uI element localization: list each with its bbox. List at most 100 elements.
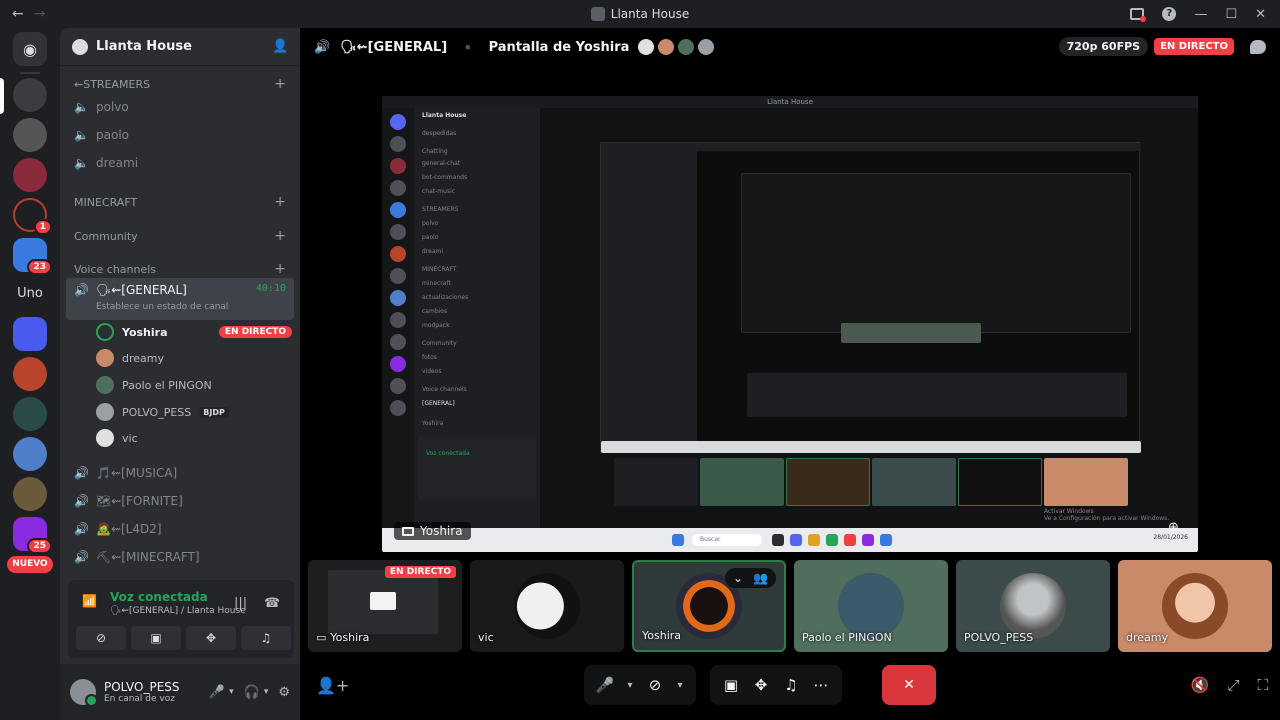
- stop-stream-button[interactable]: ✕: [882, 665, 936, 705]
- avatar[interactable]: [70, 679, 98, 707]
- tile-paolo[interactable]: Paolo el PINGON: [794, 560, 948, 652]
- add-channel-icon[interactable]: +: [274, 261, 286, 277]
- chevron-down-icon[interactable]: ▾: [264, 687, 269, 697]
- close-icon[interactable]: ✕: [1255, 7, 1266, 22]
- help-icon[interactable]: ?: [1162, 7, 1177, 21]
- people-icon[interactable]: 👥: [753, 571, 768, 585]
- voice-user-yoshira[interactable]: Yoshira EN DIRECTO: [96, 320, 292, 344]
- avatar: [1000, 573, 1066, 639]
- voice-user-vic[interactable]: vic: [96, 426, 292, 450]
- channel-dreami[interactable]: 🔈 dreami: [74, 150, 286, 176]
- chat-icon[interactable]: [1250, 39, 1266, 54]
- microphone-icon[interactable]: 🎤: [209, 685, 225, 700]
- category-minecraft[interactable]: MINECRAFT +: [74, 194, 286, 210]
- server-icon[interactable]: [13, 357, 47, 391]
- add-channel-icon[interactable]: +: [274, 228, 286, 244]
- nested-tile: [1044, 458, 1128, 506]
- popout-icon[interactable]: ⤢: [1227, 676, 1239, 694]
- monitor-icon: [370, 592, 396, 610]
- minimize-icon[interactable]: —: [1194, 7, 1207, 22]
- voice-status[interactable]: Voz conectada: [110, 590, 208, 604]
- mute-stream-icon[interactable]: 🔇: [1191, 676, 1210, 694]
- tile-label: POLVO_PESS: [964, 631, 1034, 644]
- fullscreen-icon[interactable]: ⛶: [1257, 676, 1268, 694]
- stream-video[interactable]: Llanta House Llanta House despedidas Cha…: [382, 96, 1198, 552]
- channel-paolo[interactable]: 🔈 paolo: [74, 122, 286, 148]
- more-icon[interactable]: ⋯: [810, 676, 832, 694]
- nested-tile: [700, 458, 784, 506]
- server-icon[interactable]: 1: [13, 198, 52, 235]
- quality-badge[interactable]: 720p 60FPS: [1058, 37, 1149, 56]
- home-button[interactable]: ◉: [13, 32, 47, 66]
- channel-polvo[interactable]: 🔈 polvo: [74, 94, 286, 120]
- avatar: [838, 573, 904, 639]
- server-uno[interactable]: Uno: [13, 277, 47, 311]
- category-voice[interactable]: Voice channels +: [74, 261, 286, 277]
- voice-location[interactable]: 🗣⇜[GENERAL] / Llanta House: [110, 606, 246, 616]
- tile-polvo[interactable]: POLVO_PESS: [956, 560, 1110, 652]
- category-streamers[interactable]: ⇜STREAMERS +: [74, 76, 286, 92]
- maximize-icon[interactable]: ☐: [1225, 7, 1237, 22]
- channel-fornite[interactable]: 🔊 🗺⇜[FORNITE]: [74, 488, 286, 514]
- soundboard-icon[interactable]: ♫: [780, 676, 802, 694]
- add-channel-icon[interactable]: +: [274, 194, 286, 210]
- server-icon[interactable]: [13, 437, 47, 471]
- share-screen-button[interactable]: ▣: [131, 626, 181, 650]
- channel-status[interactable]: Establece un estado de canal: [96, 302, 228, 312]
- headphones-icon[interactable]: 🎧: [244, 685, 260, 700]
- activities-icon[interactable]: ✥: [750, 676, 772, 694]
- inbox-icon[interactable]: [1130, 8, 1147, 22]
- soundboard-button[interactable]: ♫: [241, 626, 291, 650]
- server-llanta-house[interactable]: [13, 78, 47, 112]
- signal-icon[interactable]: 📶: [82, 594, 98, 610]
- viewer-avatar[interactable]: [637, 38, 656, 56]
- tile-controls[interactable]: ⌄ 👥: [724, 568, 776, 588]
- stream-voice-panel: Voz conectada: [418, 436, 536, 500]
- camera-off-button[interactable]: ⊘: [76, 626, 126, 650]
- microphone-icon[interactable]: 🎤: [594, 676, 616, 694]
- voice-user-paolo[interactable]: Paolo el PINGON: [96, 373, 292, 397]
- rail-separator: [20, 72, 40, 74]
- channel-minecraft[interactable]: 🔊 ⛏⇜[MINECRAFT]: [74, 544, 286, 570]
- voice-user-dreamy[interactable]: dreamy: [96, 346, 292, 370]
- camera-off-icon[interactable]: ⊘: [644, 676, 666, 694]
- server-icon[interactable]: [13, 477, 47, 511]
- server-icon[interactable]: 25: [13, 517, 52, 554]
- window-title: Llanta House: [0, 7, 1280, 21]
- tile-dreamy[interactable]: dreamy: [1118, 560, 1272, 652]
- tile-yoshira-screen[interactable]: EN DIRECTO ▭ Yoshira: [308, 560, 462, 652]
- channel-musica[interactable]: 🔊 🎵⇜[MUSICA]: [74, 460, 286, 486]
- server-icon[interactable]: 23: [13, 238, 52, 275]
- category-community[interactable]: Community +: [74, 228, 286, 244]
- voice-connected-panel: 📶 Voz conectada 🗣⇜[GENERAL] / Llanta Hou…: [68, 580, 294, 658]
- add-channel-icon[interactable]: +: [274, 76, 286, 92]
- chevron-down-icon[interactable]: ▾: [674, 680, 686, 691]
- chevron-down-icon[interactable]: ▾: [229, 687, 234, 697]
- viewer-avatar[interactable]: [697, 38, 716, 56]
- voice-user-polvo[interactable]: POLVO_PESS BJDP: [96, 400, 292, 424]
- channel-general-active[interactable]: 🔊 🗣⇜[GENERAL] 40:10 Establece un estado …: [66, 278, 294, 320]
- gear-icon[interactable]: ⚙: [278, 685, 290, 700]
- zoom-icon[interactable]: ⊕: [1168, 520, 1186, 538]
- add-people-icon[interactable]: 👤+: [316, 676, 349, 695]
- server-icon[interactable]: [13, 118, 47, 152]
- server-icon[interactable]: [13, 317, 47, 351]
- viewer-avatar[interactable]: [677, 38, 696, 56]
- disconnect-icon[interactable]: ☎: [264, 596, 280, 611]
- chevron-down-icon[interactable]: ⌄: [733, 571, 743, 585]
- chevron-down-icon[interactable]: ▾: [624, 680, 636, 691]
- channel-l4d2[interactable]: 🔊 🧟⇜[L4D2]: [74, 516, 286, 542]
- soundboard-waves-icon[interactable]: |||: [234, 596, 247, 611]
- speaker-icon: 🔈: [74, 128, 89, 142]
- server-icon[interactable]: [13, 158, 47, 192]
- activities-button[interactable]: ✥: [186, 626, 236, 650]
- viewer-avatar[interactable]: [657, 38, 676, 56]
- share-screen-icon[interactable]: ▣: [720, 676, 742, 694]
- stream-taskbar: Buscar 28/01/2026: [382, 528, 1198, 552]
- server-icon[interactable]: [13, 397, 47, 431]
- invite-icon[interactable]: 👤: [272, 39, 288, 55]
- guild-header[interactable]: Llanta House 👤: [60, 28, 300, 66]
- user-info[interactable]: POLVO_PESS En canal de voz: [104, 680, 199, 704]
- tile-vic[interactable]: vic: [470, 560, 624, 652]
- tile-yoshira[interactable]: ⌄ 👥 Yoshira: [632, 560, 786, 652]
